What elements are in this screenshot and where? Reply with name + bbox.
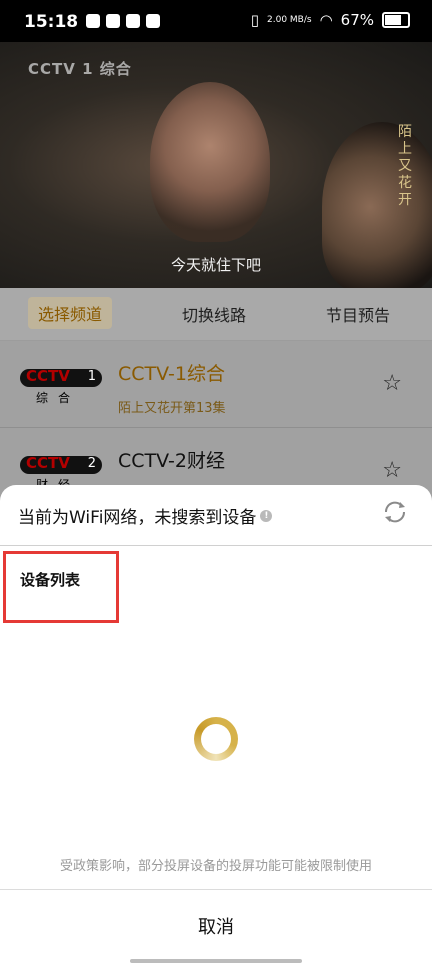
calendar-icon bbox=[146, 14, 160, 28]
notification-icons bbox=[86, 14, 160, 28]
device-list-title: 设备列表 bbox=[20, 571, 81, 589]
app-icon bbox=[106, 14, 120, 28]
cast-device-sheet: 当前为WiFi网络，未搜索到设备 ! 设备列表 受政策影响，部分投屏设备的投屏功… bbox=[0, 485, 432, 964]
tiktok-icon bbox=[126, 14, 140, 28]
star-add-icon[interactable]: ☆ bbox=[382, 371, 402, 396]
loading-spinner bbox=[194, 717, 238, 761]
tab-switch-line[interactable]: 切换线路 bbox=[182, 302, 246, 326]
video-frame-person-left bbox=[150, 82, 270, 242]
cctv1-logo: CCTV 1 综合 bbox=[20, 367, 102, 405]
battery-icon bbox=[382, 12, 410, 28]
info-icon[interactable]: ! bbox=[260, 509, 273, 522]
wifi-status-text: 当前为WiFi网络，未搜索到设备 bbox=[18, 508, 257, 528]
home-indicator[interactable] bbox=[130, 959, 302, 963]
tab-program-schedule[interactable]: 节目预告 bbox=[326, 302, 390, 326]
sheet-header: 当前为WiFi网络，未搜索到设备 ! bbox=[18, 503, 273, 528]
wifi-icon: ◠ bbox=[319, 11, 333, 29]
vibrate-icon: ▯ bbox=[250, 11, 259, 29]
channel-tabs: 选择频道 切换线路 节目预告 bbox=[0, 288, 432, 340]
star-add-icon[interactable]: ☆ bbox=[382, 458, 402, 483]
drama-title-watermark: 陌上又花开 bbox=[398, 124, 412, 208]
divider bbox=[0, 889, 432, 890]
refresh-icon[interactable] bbox=[382, 499, 408, 525]
channel-watermark: CCTV 1 综合 bbox=[28, 60, 132, 78]
status-time: 15:18 bbox=[24, 12, 79, 32]
battery-percent: 67% bbox=[340, 11, 374, 29]
video-player[interactable]: CCTV 1 综合 陌上又花开 今天就住下吧 bbox=[0, 42, 432, 288]
system-icons: ▯ 2.00 MB/s ◠ 67% bbox=[251, 11, 410, 29]
channel-program: 陌上又花开第13集 bbox=[118, 401, 226, 416]
divider bbox=[0, 545, 432, 546]
policy-notice: 受政策影响，部分投屏设备的投屏功能可能被限制使用 bbox=[59, 859, 372, 874]
network-speed: 2.00 MB/s bbox=[267, 14, 312, 25]
channel-name: CCTV-1综合 bbox=[118, 363, 225, 385]
channel-name: CCTV-2财经 bbox=[118, 450, 225, 472]
channel-item[interactable]: CCTV 1 综合 CCTV-1综合 陌上又花开第13集 ☆ bbox=[0, 341, 432, 428]
cancel-button[interactable]: 取消 bbox=[0, 913, 432, 939]
video-subtitle: 今天就住下吧 bbox=[170, 256, 261, 274]
tab-select-channel[interactable]: 选择频道 bbox=[28, 297, 113, 329]
mail-icon bbox=[86, 14, 100, 28]
status-bar: 15:18 ▯ 2.00 MB/s ◠ 67% bbox=[0, 0, 432, 42]
